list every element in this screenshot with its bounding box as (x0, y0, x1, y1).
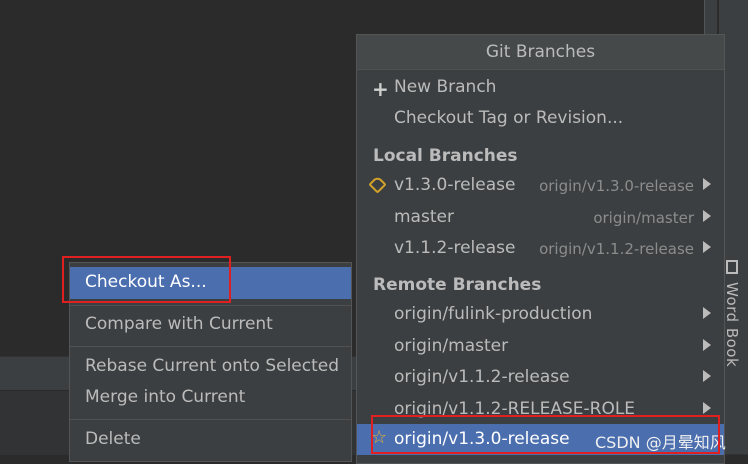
delete-item[interactable]: Delete (70, 424, 351, 456)
local-branch-item[interactable]: master origin/master (357, 202, 724, 233)
highlight-box-selected-branch (371, 415, 720, 454)
menu-separator (70, 305, 351, 306)
chevron-right-icon (703, 241, 711, 253)
local-branch-item[interactable]: v1.3.0-release origin/v1.3.0-release (357, 170, 724, 201)
menu-separator (70, 346, 351, 347)
remote-branch-item[interactable]: origin/v1.1.2-release (357, 362, 724, 393)
merge-into-current-item[interactable]: Merge into Current (70, 382, 351, 414)
chevron-right-icon (703, 307, 711, 319)
highlight-box-checkout-as (62, 256, 231, 303)
local-branches-header: Local Branches (373, 146, 518, 166)
local-branch-item[interactable]: v1.1.2-release origin/v1.1.2-release (357, 233, 724, 264)
book-icon (726, 260, 738, 274)
chevron-right-icon (703, 339, 711, 351)
remote-branches-header: Remote Branches (373, 275, 542, 295)
chevron-right-icon (703, 210, 711, 222)
tag-icon (368, 175, 387, 194)
new-branch-item[interactable]: + New Branch (357, 72, 724, 103)
popup-title: Git Branches (357, 35, 724, 70)
chevron-right-icon (703, 178, 711, 190)
rebase-onto-selected-item[interactable]: Rebase Current onto Selected (70, 351, 351, 383)
git-branches-popup: Git Branches + New Branch Checkout Tag o… (356, 34, 726, 464)
plus-icon: + (372, 77, 389, 101)
remote-branch-item[interactable]: origin/master (357, 331, 724, 362)
word-book-label: Word Book (723, 282, 741, 368)
menu-separator (70, 419, 351, 420)
chevron-right-icon (703, 370, 711, 382)
word-book-tool-button[interactable]: Word Book (722, 258, 744, 378)
chevron-right-icon (703, 402, 711, 414)
checkout-tag-item[interactable]: Checkout Tag or Revision... (357, 103, 724, 134)
compare-with-current-item[interactable]: Compare with Current (70, 309, 351, 341)
remote-branch-item[interactable]: origin/fulink-production (357, 299, 724, 330)
